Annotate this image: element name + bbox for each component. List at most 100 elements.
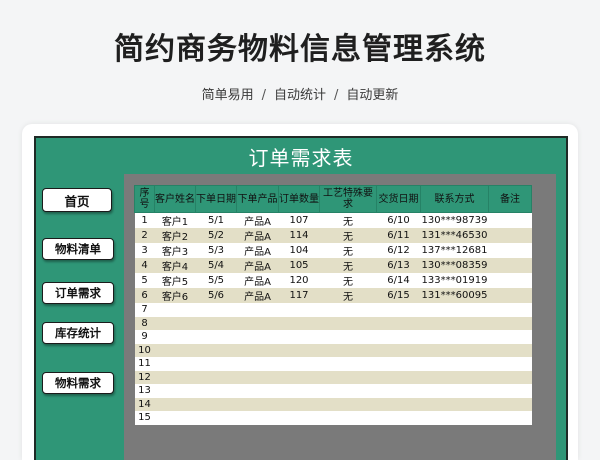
cell-special-req[interactable]: 无 bbox=[319, 288, 377, 303]
cell-customer[interactable]: 客户1 bbox=[154, 212, 196, 228]
cell-product[interactable]: 产品A bbox=[236, 228, 279, 243]
cell-product[interactable] bbox=[236, 357, 279, 371]
cell-contact[interactable] bbox=[420, 316, 489, 330]
cell-contact[interactable] bbox=[420, 330, 489, 344]
order-demand-button[interactable]: 订单需求 bbox=[42, 282, 114, 304]
cell-quantity[interactable]: 104 bbox=[278, 243, 320, 258]
cell-order-date[interactable] bbox=[195, 303, 237, 317]
cell-seq[interactable]: 1 bbox=[134, 212, 155, 228]
cell-product[interactable] bbox=[236, 330, 279, 344]
column-header[interactable]: 客户姓名 bbox=[154, 185, 196, 213]
cell-remarks[interactable] bbox=[488, 303, 532, 317]
cell-customer[interactable] bbox=[154, 370, 196, 384]
cell-order-date[interactable]: 5/4 bbox=[195, 258, 237, 273]
cell-seq[interactable]: 14 bbox=[134, 397, 155, 411]
cell-quantity[interactable] bbox=[278, 330, 320, 344]
cell-remarks[interactable] bbox=[488, 357, 532, 371]
cell-order-date[interactable] bbox=[195, 397, 237, 411]
cell-seq[interactable]: 11 bbox=[134, 357, 155, 371]
cell-order-date[interactable] bbox=[195, 411, 237, 425]
cell-quantity[interactable]: 105 bbox=[278, 258, 320, 273]
cell-remarks[interactable] bbox=[488, 384, 532, 398]
cell-remarks[interactable] bbox=[488, 212, 532, 228]
cell-special-req[interactable]: 无 bbox=[319, 243, 377, 258]
cell-contact[interactable]: 131***46530 bbox=[420, 228, 489, 243]
cell-special-req[interactable] bbox=[319, 316, 377, 330]
cell-special-req[interactable] bbox=[319, 370, 377, 384]
cell-product[interactable]: 产品A bbox=[236, 273, 279, 288]
cell-delivery-date[interactable]: 6/15 bbox=[376, 288, 421, 303]
cell-contact[interactable] bbox=[420, 384, 489, 398]
cell-special-req[interactable] bbox=[319, 357, 377, 371]
cell-customer[interactable]: 客户2 bbox=[154, 228, 196, 243]
cell-contact[interactable]: 130***98739 bbox=[420, 212, 489, 228]
cell-order-date[interactable] bbox=[195, 316, 237, 330]
cell-delivery-date[interactable] bbox=[376, 316, 421, 330]
column-header[interactable]: 下单日期 bbox=[195, 185, 237, 213]
cell-quantity[interactable] bbox=[278, 384, 320, 398]
column-header[interactable]: 联系方式 bbox=[420, 185, 489, 213]
cell-quantity[interactable] bbox=[278, 411, 320, 425]
cell-remarks[interactable] bbox=[488, 343, 532, 357]
cell-customer[interactable] bbox=[154, 330, 196, 344]
materials-list-button[interactable]: 物料清单 bbox=[42, 238, 114, 260]
cell-remarks[interactable] bbox=[488, 273, 532, 288]
cell-special-req[interactable]: 无 bbox=[319, 273, 377, 288]
cell-seq[interactable]: 2 bbox=[134, 228, 155, 243]
cell-customer[interactable] bbox=[154, 303, 196, 317]
cell-remarks[interactable] bbox=[488, 330, 532, 344]
cell-quantity[interactable]: 120 bbox=[278, 273, 320, 288]
cell-contact[interactable] bbox=[420, 411, 489, 425]
cell-contact[interactable] bbox=[420, 343, 489, 357]
column-header[interactable]: 下单产品 bbox=[236, 185, 279, 213]
cell-customer[interactable]: 客户4 bbox=[154, 258, 196, 273]
cell-seq[interactable]: 13 bbox=[134, 384, 155, 398]
cell-quantity[interactable] bbox=[278, 370, 320, 384]
cell-product[interactable]: 产品A bbox=[236, 243, 279, 258]
material-demand-button[interactable]: 物料需求 bbox=[42, 372, 114, 394]
inventory-stats-button[interactable]: 库存统计 bbox=[42, 322, 114, 344]
cell-seq[interactable]: 7 bbox=[134, 303, 155, 317]
cell-customer[interactable] bbox=[154, 411, 196, 425]
cell-seq[interactable]: 12 bbox=[134, 370, 155, 384]
cell-delivery-date[interactable] bbox=[376, 411, 421, 425]
cell-seq[interactable]: 15 bbox=[134, 411, 155, 425]
cell-order-date[interactable] bbox=[195, 370, 237, 384]
cell-quantity[interactable]: 114 bbox=[278, 228, 320, 243]
cell-product[interactable] bbox=[236, 343, 279, 357]
cell-customer[interactable] bbox=[154, 357, 196, 371]
cell-customer[interactable]: 客户6 bbox=[154, 288, 196, 303]
cell-quantity[interactable] bbox=[278, 316, 320, 330]
cell-special-req[interactable]: 无 bbox=[319, 212, 377, 228]
cell-order-date[interactable]: 5/2 bbox=[195, 228, 237, 243]
cell-order-date[interactable] bbox=[195, 357, 237, 371]
cell-product[interactable] bbox=[236, 411, 279, 425]
cell-delivery-date[interactable] bbox=[376, 357, 421, 371]
cell-remarks[interactable] bbox=[488, 370, 532, 384]
cell-seq[interactable]: 8 bbox=[134, 316, 155, 330]
cell-delivery-date[interactable] bbox=[376, 330, 421, 344]
cell-customer[interactable] bbox=[154, 384, 196, 398]
home-button[interactable]: 首页 bbox=[42, 188, 112, 212]
cell-delivery-date[interactable] bbox=[376, 343, 421, 357]
cell-order-date[interactable] bbox=[195, 343, 237, 357]
cell-customer[interactable]: 客户3 bbox=[154, 243, 196, 258]
cell-delivery-date[interactable]: 6/11 bbox=[376, 228, 421, 243]
cell-seq[interactable]: 10 bbox=[134, 343, 155, 357]
cell-delivery-date[interactable]: 6/14 bbox=[376, 273, 421, 288]
cell-quantity[interactable] bbox=[278, 343, 320, 357]
column-header[interactable]: 交货日期 bbox=[376, 185, 421, 213]
cell-special-req[interactable] bbox=[319, 397, 377, 411]
cell-product[interactable] bbox=[236, 384, 279, 398]
cell-special-req[interactable] bbox=[319, 330, 377, 344]
cell-contact[interactable]: 130***08359 bbox=[420, 258, 489, 273]
cell-product[interactable]: 产品A bbox=[236, 288, 279, 303]
cell-product[interactable]: 产品A bbox=[236, 258, 279, 273]
cell-order-date[interactable]: 5/5 bbox=[195, 273, 237, 288]
cell-remarks[interactable] bbox=[488, 288, 532, 303]
cell-remarks[interactable] bbox=[488, 258, 532, 273]
cell-delivery-date[interactable] bbox=[376, 384, 421, 398]
cell-seq[interactable]: 3 bbox=[134, 243, 155, 258]
cell-delivery-date[interactable]: 6/13 bbox=[376, 258, 421, 273]
cell-customer[interactable] bbox=[154, 316, 196, 330]
